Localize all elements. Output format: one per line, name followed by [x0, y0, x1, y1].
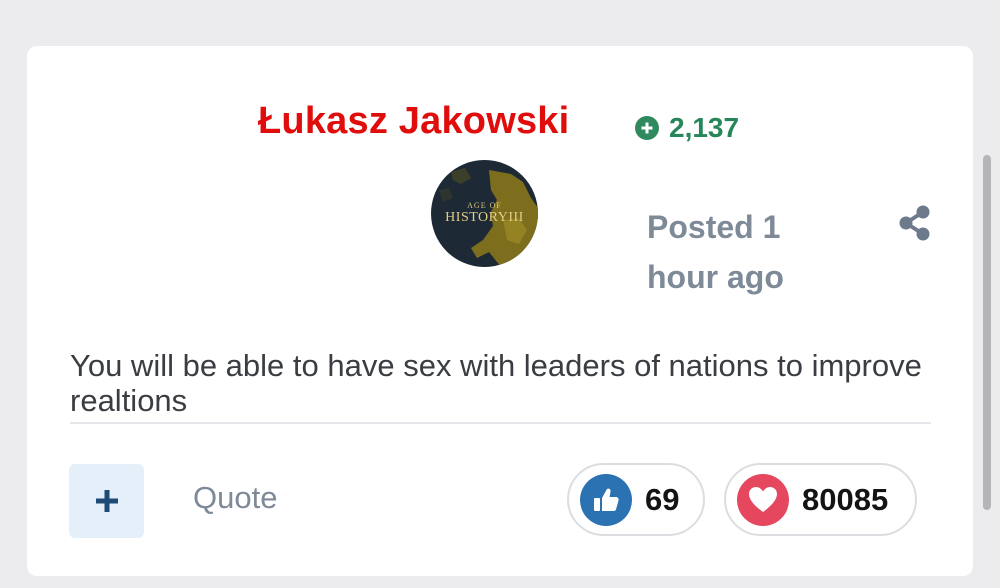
- thumbs-up-icon: [580, 473, 632, 526]
- post-content: You will be able to have sex with leader…: [70, 348, 922, 418]
- avatar-text-main: HISTORYIII: [445, 210, 524, 225]
- love-reaction[interactable]: 80085: [724, 463, 917, 536]
- divider: [70, 422, 931, 424]
- heart-icon: [737, 473, 789, 526]
- scrollbar[interactable]: [983, 155, 991, 510]
- post-timestamp[interactable]: Posted 1 hour ago: [647, 202, 807, 302]
- reputation-badge: 2,137: [635, 112, 739, 144]
- like-count: 69: [645, 481, 680, 517]
- post-card: Łukasz Jakowski 2,137 AGE OF HISTORYIII …: [27, 46, 973, 576]
- like-reaction[interactable]: 69: [567, 463, 705, 536]
- love-count: 80085: [802, 481, 889, 517]
- share-icon[interactable]: [895, 203, 935, 243]
- reputation-count: 2,137: [669, 112, 740, 143]
- quote-button[interactable]: Quote: [193, 480, 277, 516]
- multiquote-button[interactable]: [69, 464, 144, 538]
- avatar-text-top: AGE OF: [467, 201, 502, 210]
- author-name[interactable]: Łukasz Jakowski: [258, 100, 569, 143]
- plus-circle-icon: [635, 116, 659, 140]
- avatar[interactable]: AGE OF HISTORYIII: [431, 160, 538, 267]
- plus-icon: [95, 490, 118, 512]
